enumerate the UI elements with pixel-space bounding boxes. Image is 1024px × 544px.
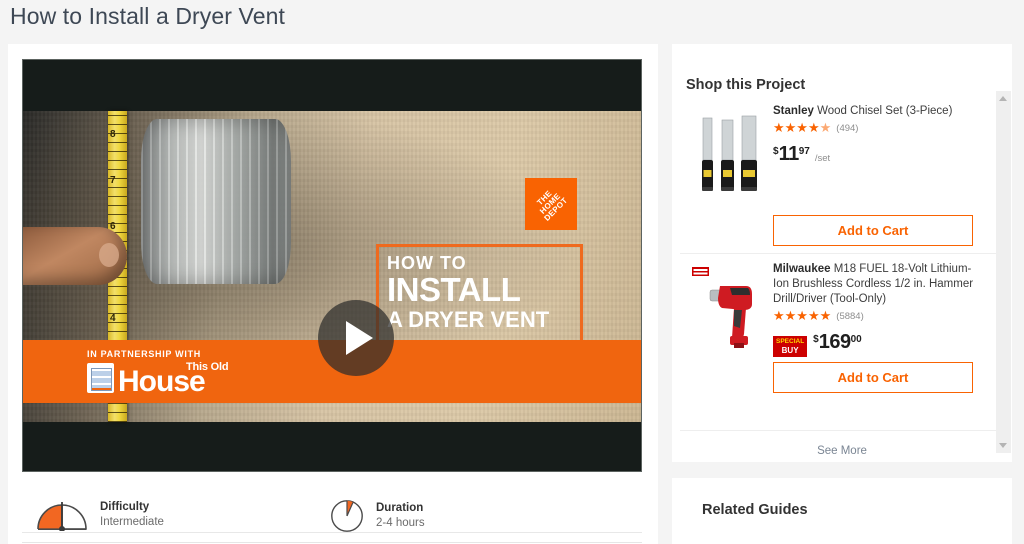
review-count: (5884) (836, 310, 864, 322)
product-info: Milwaukee M18 FUEL 18-Volt Lithium-Ion B… (773, 262, 983, 357)
tape-mark: 7 (110, 175, 116, 186)
overlay-line-install: INSTALL (387, 271, 521, 308)
price-row: $ 11 97 /set (773, 144, 983, 164)
meta-duration-value: 2-4 hours (376, 517, 425, 529)
list-item[interactable]: Stanley Wood Chisel Set (3-Piece) ★★★★ ★… (680, 96, 1004, 254)
shop-this-project-card: Shop this Project Stanley Wood Chisel Se… (672, 44, 1012, 462)
wood-chisel-set-image (702, 115, 757, 191)
tape-mark: 4 (110, 313, 116, 324)
review-count: (494) (836, 122, 859, 134)
this-old-house-icon (87, 363, 114, 393)
meta-difficulty-text: Difficulty Intermediate (100, 500, 164, 530)
meta-duration: Duration 2-4 hours (330, 499, 425, 533)
see-more-link[interactable]: See More (817, 445, 867, 457)
meta-difficulty: Difficulty Intermediate (36, 499, 164, 531)
duct-rings (141, 119, 291, 284)
video-player[interactable]: 8 7 6 5 4 3 THE HOME DEPOT (22, 59, 642, 472)
price-dollars: 11 (778, 143, 800, 165)
tape-mark: 8 (110, 129, 116, 140)
list-item[interactable]: Milwaukee M18 FUEL 18-Volt Lithium-Ion B… (680, 254, 1004, 412)
product-title: Wood Chisel Set (3-Piece) (813, 105, 953, 117)
shop-heading: Shop this Project (686, 77, 806, 93)
meta-duration-label: Duration (376, 502, 424, 514)
shop-scrollbar[interactable] (996, 91, 1011, 453)
price-unit: /set (814, 153, 831, 164)
page-root: How to Install a Dryer Vent 8 7 6 5 4 3 (0, 0, 1024, 544)
video-title-overlay: HOW TO INSTALL A DRYER VENT (376, 244, 583, 350)
product-brand: Stanley (773, 105, 814, 117)
overlay-line-subject: A DRYER VENT (387, 307, 550, 332)
scroll-up-arrow-icon[interactable] (999, 96, 1007, 101)
meta-divider (22, 532, 642, 533)
thumbnail-detail (99, 243, 119, 267)
hammer-drill-image (692, 267, 752, 348)
video-thumbnail: 8 7 6 5 4 3 THE HOME DEPOT (23, 111, 641, 422)
half-star-icon: ★ (819, 120, 832, 135)
price-cents: 97 (798, 146, 810, 157)
meta-duration-text: Duration 2-4 hours (376, 501, 425, 531)
home-depot-logo-icon: THE HOME DEPOT (525, 178, 577, 230)
partnership-label: IN PARTNERSHIP WITH (87, 349, 201, 359)
meta-difficulty-value: Intermediate (100, 516, 164, 528)
hand-image (23, 227, 127, 285)
see-more-wrap: See More (680, 430, 1004, 459)
dryer-duct-image (141, 119, 291, 284)
special-buy-badge: SPECIAL BUY (773, 336, 808, 357)
price-cents: 00 (850, 334, 862, 345)
play-button-icon[interactable] (318, 300, 394, 376)
overlay-line-how-to: HOW TO (387, 253, 467, 273)
meta-difficulty-label: Difficulty (100, 501, 150, 513)
add-to-cart-button[interactable]: Add to Cart (773, 362, 973, 393)
scroll-down-arrow-icon[interactable] (999, 443, 1007, 448)
star-rating-icon: ★★★★ (773, 120, 820, 135)
video-card: 8 7 6 5 4 3 THE HOME DEPOT (8, 44, 658, 544)
price-row: SPECIAL BUY $ 169 00 (773, 332, 983, 357)
rating-row[interactable]: ★★★★ ★ (494) (773, 121, 983, 135)
shop-product-list[interactable]: Stanley Wood Chisel Set (3-Piece) ★★★★ ★… (680, 96, 1004, 428)
add-to-cart-button[interactable]: Add to Cart (773, 215, 973, 246)
star-rating-icon: ★★★★★ (773, 308, 832, 323)
related-guides-heading: Related Guides (702, 502, 808, 518)
special-buy-line2: BUY (781, 345, 799, 355)
partner-small-text: This Old (186, 361, 229, 373)
product-name[interactable]: Milwaukee M18 FUEL 18-Volt Lithium-Ion B… (773, 262, 983, 307)
pie-clock-icon (331, 500, 363, 532)
rating-row[interactable]: ★★★★★ (5884) (773, 309, 983, 323)
page-title: How to Install a Dryer Vent (10, 3, 285, 29)
play-triangle (345, 321, 373, 355)
related-guides-card: Related Guides (672, 478, 1012, 544)
product-brand: Milwaukee (773, 263, 831, 275)
special-buy-line1: SPECIAL (776, 338, 805, 345)
price-dollars: 169 (818, 331, 851, 353)
gauge-icon (37, 502, 87, 531)
product-name[interactable]: Stanley Wood Chisel Set (3-Piece) (773, 104, 983, 119)
home-depot-logo-text: THE HOME DEPOT (532, 185, 570, 223)
product-info: Stanley Wood Chisel Set (3-Piece) ★★★★ ★… (773, 104, 983, 164)
